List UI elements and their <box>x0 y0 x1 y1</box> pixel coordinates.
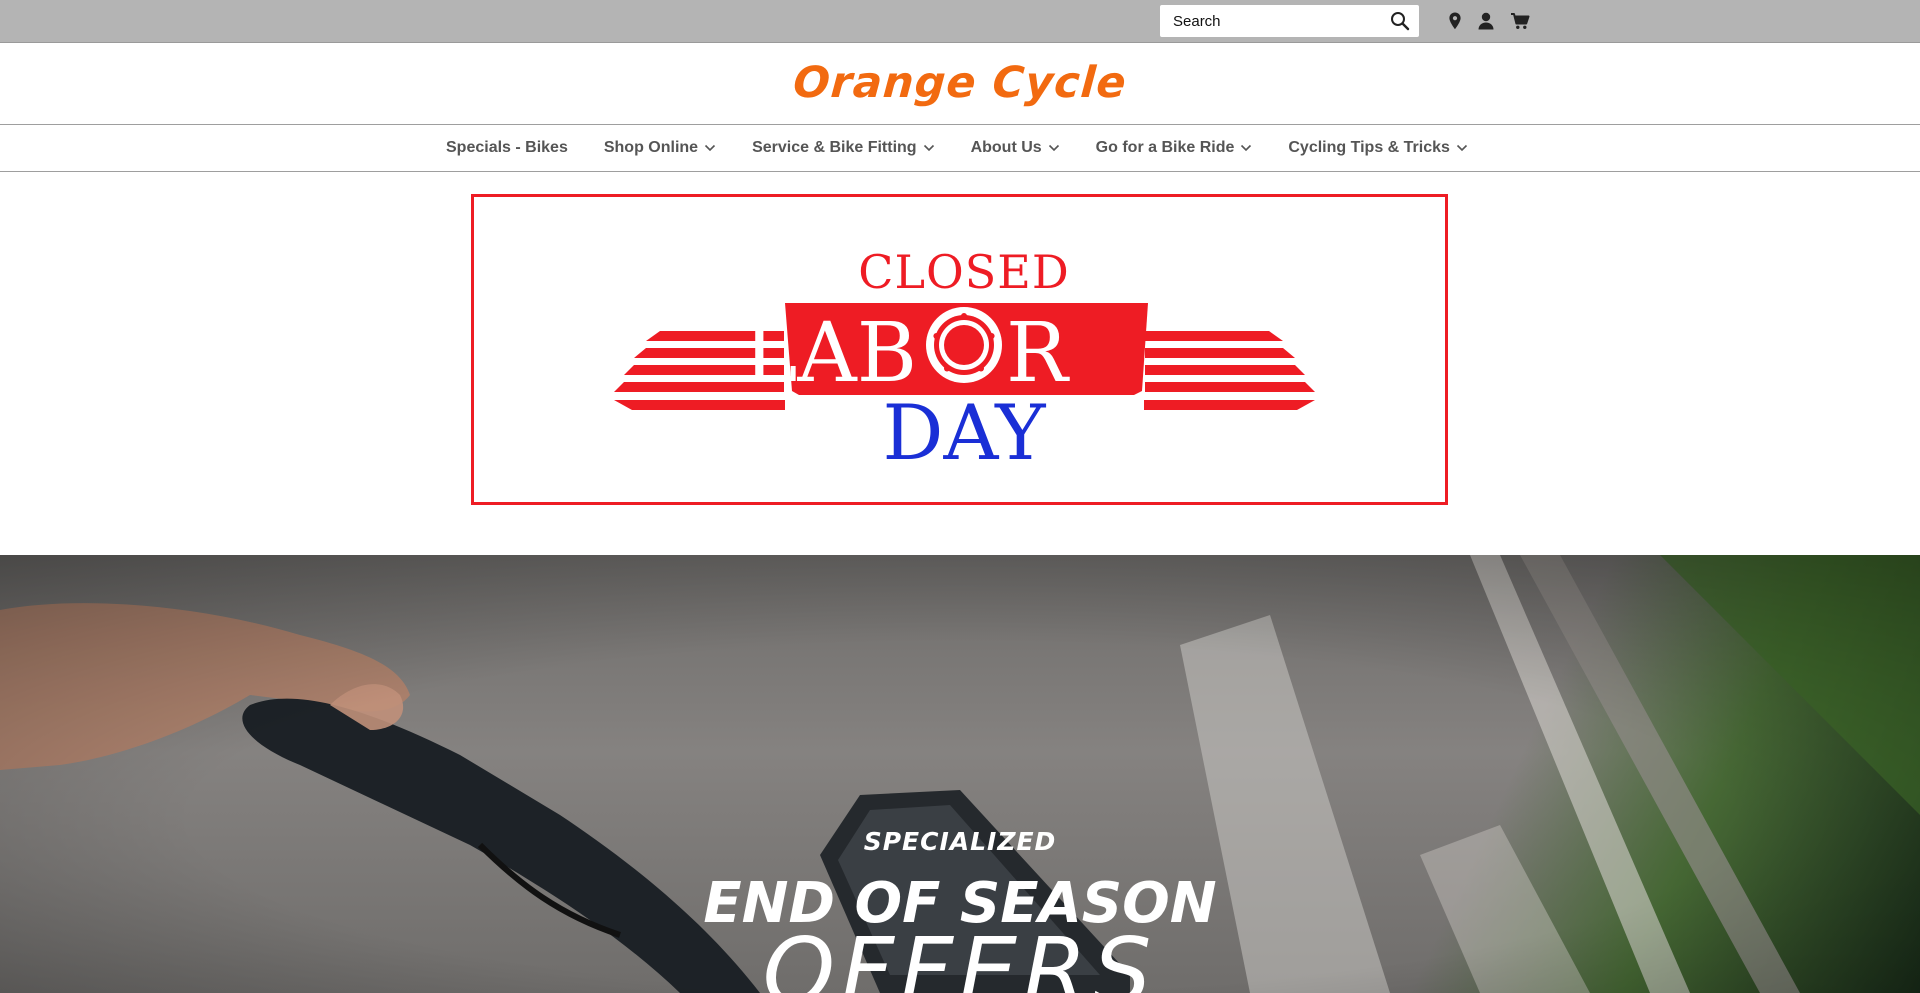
nav-item-label: Go for a Bike Ride <box>1095 139 1235 156</box>
nav-item-service-bike-fitting[interactable]: Service & Bike Fitting <box>752 139 935 157</box>
labor-text-right: R <box>1006 306 1070 401</box>
nav-item-go-for-a-bike-ride[interactable]: Go for a Bike Ride <box>1096 139 1253 157</box>
specialized-logo: SPECIALIZED <box>863 827 1057 856</box>
map-pin-icon[interactable] <box>1445 11 1465 31</box>
chainring-icon <box>926 307 1002 383</box>
labor-day-graphic: CLOSED LAB R DAY <box>614 245 1315 477</box>
chevron-down-icon <box>704 144 716 152</box>
nav-item-label: Service & Bike Fitting <box>752 139 917 156</box>
hero-subtitle: OFFERS <box>762 918 1158 993</box>
main-nav-list: Specials - Bikes Shop Online Service & Bik… <box>446 125 1504 171</box>
right-stripes <box>1144 331 1315 410</box>
hero-promo[interactable]: SPECIALIZED END OF SEASON OFFERS <box>0 555 1920 993</box>
closed-text: CLOSED <box>858 245 1069 299</box>
site-header: Orange Cycle <box>0 43 1920 125</box>
cart-icon[interactable] <box>1510 11 1530 31</box>
labor-text-left: LAB <box>743 306 917 401</box>
search-box <box>1160 5 1419 37</box>
nav-item-shop-online[interactable]: Shop Online <box>604 139 716 157</box>
site-logo[interactable]: Orange Cycle <box>0 43 1920 123</box>
nav-item-label: Cycling Tips & Tricks <box>1288 139 1450 156</box>
main-nav: Specials - Bikes Shop Online Service & Bik… <box>0 125 1920 172</box>
nav-item-about-us[interactable]: About Us <box>971 139 1060 157</box>
search-input[interactable] <box>1160 5 1380 37</box>
search-icon[interactable] <box>1389 10 1411 32</box>
nav-item-label: Specials - Bikes <box>446 139 568 156</box>
chevron-down-icon <box>1048 144 1059 152</box>
chevron-down-icon <box>923 144 934 152</box>
closed-labor-day-banner[interactable]: CLOSED LAB R DAY <box>471 194 1448 505</box>
utility-bar <box>0 0 1920 43</box>
chevron-down-icon <box>1241 144 1252 152</box>
nav-item-specials-bikes[interactable]: Specials - Bikes <box>446 139 568 157</box>
chevron-down-icon <box>1456 144 1467 152</box>
nav-item-label: About Us <box>970 139 1042 156</box>
nav-item-cycling-tips-tricks[interactable]: Cycling Tips & Tricks <box>1288 139 1468 157</box>
day-text: DAY <box>883 388 1047 477</box>
nav-item-label: Shop Online <box>603 139 699 156</box>
user-icon[interactable] <box>1476 11 1496 31</box>
